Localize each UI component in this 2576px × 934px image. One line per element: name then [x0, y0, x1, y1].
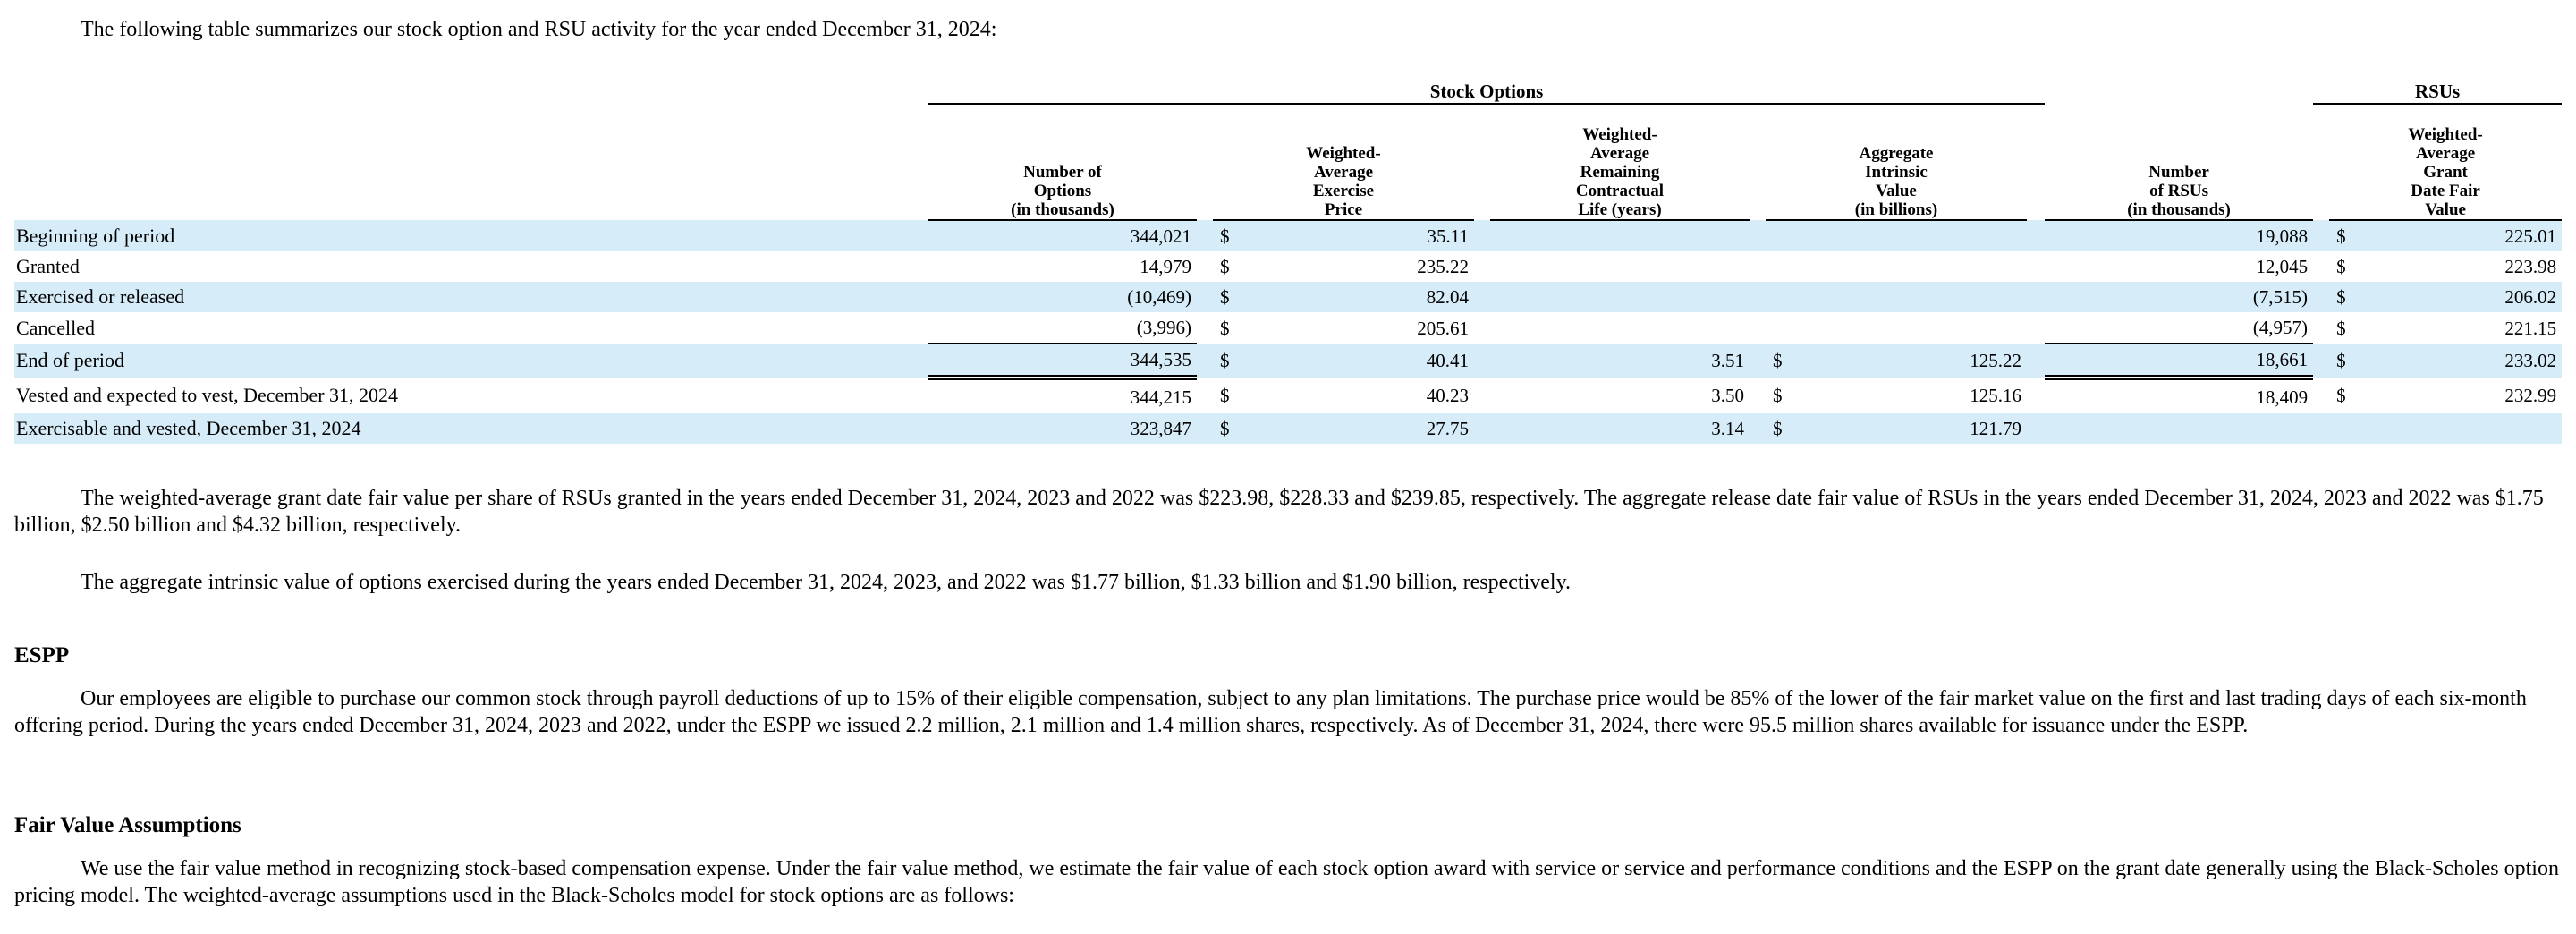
rsus-group-header: RSUs [2313, 72, 2563, 105]
stock-activity-table: Stock Options RSUs Number of Options (in… [14, 72, 2563, 444]
currency-symbol: $ [1213, 413, 1240, 444]
cell-exercise-price: 40.23 [1426, 385, 1469, 406]
intrinsic-value-paragraph: The aggregate intrinsic value of options… [80, 571, 1572, 594]
table-row-total: End of period 344,535 $ 40.41 3.51 $ 125… [14, 343, 2563, 380]
cell-remaining-life [1490, 220, 1750, 251]
rsu-fair-value-paragraph: The weighted-average grant date fair val… [14, 487, 2544, 537]
cell-exercise-price: 40.41 [1240, 344, 1474, 378]
cell-grant-fair-value: 232.99 [2504, 385, 2557, 406]
table-row: Exercisable and vested, December 31, 202… [14, 413, 2563, 444]
cell-rsus: 18,661 [2045, 343, 2314, 380]
row-label: Cancelled [16, 316, 95, 339]
currency-symbol: $ [1766, 344, 1792, 378]
cell-grant-fair-value: 206.02 [2356, 282, 2563, 312]
cell-intrinsic-value [1792, 251, 2027, 282]
currency-symbol: $ [1220, 317, 1230, 339]
cell-exercise-price: 82.04 [1240, 282, 1474, 312]
table-row: Beginning of period 344,021 $ 35.11 19,0… [14, 220, 2563, 251]
table-row: Granted 14,979 $ 235.22 12,045 $ 223.98 [14, 251, 2562, 282]
cell-grant-fair-value [2356, 413, 2563, 444]
cell-rsus: 18,409 [2256, 386, 2309, 408]
table-row: Vested and expected to vest, December 31… [14, 378, 2562, 413]
cell-remaining-life: 3.50 [1711, 385, 1744, 406]
cell-remaining-life [1490, 312, 1750, 344]
currency-symbol: $ [2329, 344, 2357, 378]
table-row: Cancelled (3,996) $ 205.61 (4,957) $ 221… [14, 312, 2562, 344]
cell-options: (3,996) [1136, 317, 1191, 338]
header-aggregate-intrinsic-value: Aggregate Intrinsic Value (in billions) [1766, 104, 2027, 221]
espp-heading: ESPP [14, 643, 70, 667]
currency-symbol: $ [1220, 256, 1230, 277]
cell-intrinsic-value [1792, 282, 2027, 312]
currency-symbol: $ [2336, 385, 2346, 406]
cell-rsus: (4,957) [2252, 317, 2309, 338]
stock-options-group-header: Stock Options [928, 72, 2046, 105]
espp-paragraph: Our employees are eligible to purchase o… [14, 687, 2527, 737]
currency-symbol: $ [1213, 220, 1240, 251]
cell-rsus: 12,045 [2256, 256, 2309, 277]
cell-intrinsic-value [1792, 312, 2027, 344]
row-label: Exercised or released [14, 282, 928, 312]
intro-paragraph: The following table summarizes our stock… [80, 18, 997, 41]
currency-symbol: $ [2329, 220, 2357, 251]
row-label: Granted [16, 255, 80, 277]
header-exercise-price: Weighted- Average Exercise Price [1213, 104, 1474, 221]
currency-symbol: $ [2329, 282, 2357, 312]
cell-remaining-life [1490, 251, 1750, 282]
cell-options: 344,215 [1130, 386, 1191, 408]
cell-intrinsic-value: 121.79 [1792, 413, 2027, 444]
cell-rsus [2045, 413, 2314, 444]
cell-grant-fair-value: 223.98 [2504, 256, 2557, 277]
cell-intrinsic-value: 125.16 [1970, 385, 2021, 406]
cell-options: 14,979 [1140, 256, 1191, 277]
row-label: End of period [14, 344, 928, 378]
currency-symbol: $ [1213, 344, 1240, 378]
cell-exercise-price: 27.75 [1240, 413, 1474, 444]
cell-grant-fair-value: 221.15 [2504, 317, 2557, 339]
header-remaining-life: Weighted- Average Remaining Contractual … [1490, 104, 1750, 221]
currency-symbol: $ [1773, 385, 1783, 406]
table-row: Exercised or released (10,469) $ 82.04 (… [14, 282, 2563, 312]
cell-remaining-life: 3.14 [1490, 413, 1750, 444]
currency-symbol: $ [1213, 282, 1240, 312]
table-body: Stock Options RSUs Number of Options (in… [14, 72, 2563, 444]
cell-options: 344,535 [928, 343, 1197, 380]
cell-remaining-life: 3.51 [1490, 344, 1750, 378]
row-label: Exercisable and vested, December 31, 202… [14, 413, 928, 444]
currency-symbol: $ [1220, 385, 1230, 406]
fair-value-assumptions-paragraph: We use the fair value method in recogniz… [14, 857, 2559, 907]
currency-symbol: $ [2336, 317, 2346, 339]
cell-grant-fair-value: 225.01 [2356, 220, 2563, 251]
cell-intrinsic-value [1792, 220, 2027, 251]
cell-exercise-price: 235.22 [1417, 256, 1469, 277]
cell-rsus: (7,515) [2045, 282, 2314, 312]
fair-value-assumptions-heading: Fair Value Assumptions [14, 813, 242, 837]
column-header-row: Number of Options (in thousands) Weighte… [14, 104, 2563, 221]
cell-exercise-price: 35.11 [1240, 220, 1474, 251]
cell-options: 323,847 [928, 413, 1197, 444]
header-number-of-rsus: Number of RSUs (in thousands) [2045, 104, 2314, 221]
currency-symbol: $ [2336, 256, 2346, 277]
group-header-row: Stock Options RSUs [14, 72, 2563, 105]
cell-remaining-life [1490, 282, 1750, 312]
header-grant-date-fair-value: Weighted- Average Grant Date Fair Value [2329, 104, 2563, 221]
cell-options: (10,469) [928, 282, 1197, 312]
row-label: Beginning of period [14, 220, 928, 251]
cell-rsus: 19,088 [2045, 220, 2314, 251]
cell-grant-fair-value: 233.02 [2356, 344, 2563, 378]
cell-intrinsic-value: 125.22 [1792, 344, 2027, 378]
cell-exercise-price: 205.61 [1417, 317, 1469, 339]
header-number-of-options: Number of Options (in thousands) [928, 104, 1197, 221]
cell-options: 344,021 [928, 220, 1197, 251]
currency-symbol: $ [1766, 413, 1792, 444]
row-label: Vested and expected to vest, December 31… [16, 384, 399, 406]
